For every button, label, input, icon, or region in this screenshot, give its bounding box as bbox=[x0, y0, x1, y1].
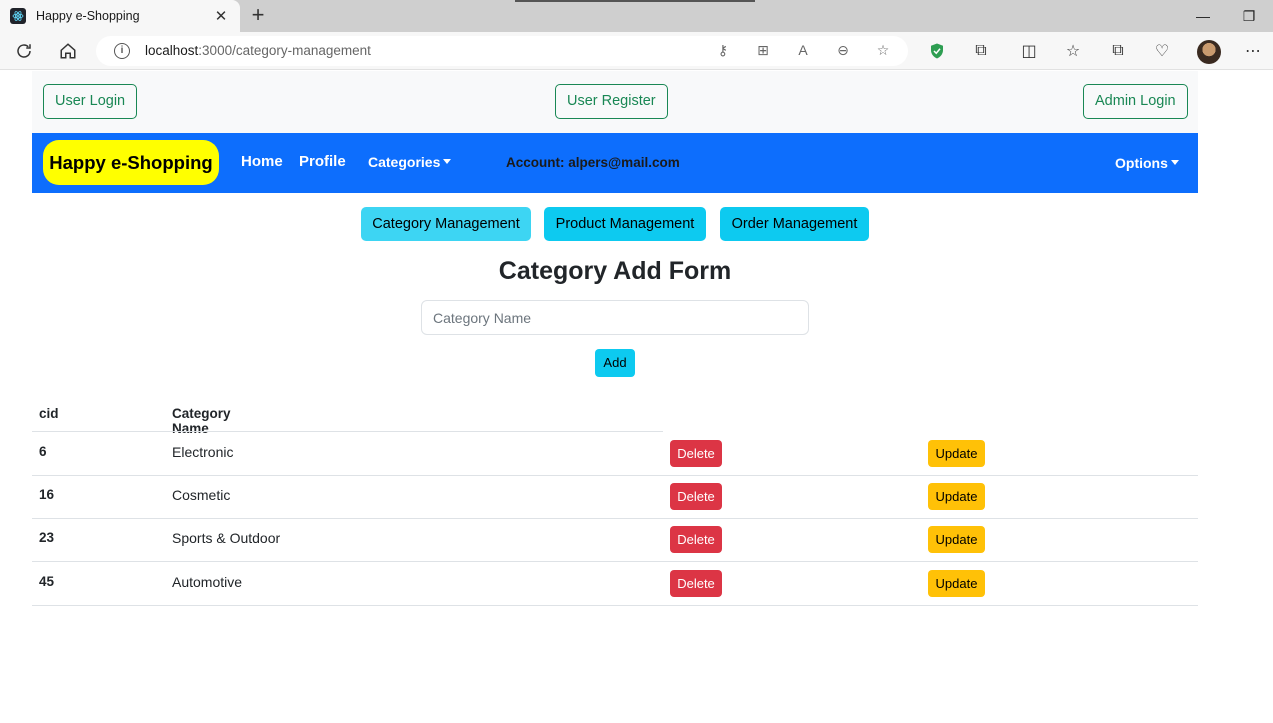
key-icon[interactable]: ⚷ bbox=[713, 42, 733, 60]
update-button[interactable]: Update bbox=[928, 570, 985, 597]
table-row: 16 Cosmetic Delete Update bbox=[32, 475, 1198, 519]
delete-button[interactable]: Delete bbox=[670, 570, 722, 597]
extensions-icon[interactable]: ⧉ bbox=[970, 41, 992, 61]
browser-essentials-icon[interactable]: ♡ bbox=[1151, 41, 1173, 61]
form-title: Category Add Form bbox=[498, 257, 732, 285]
address-bar[interactable]: i localhost:3000/category-management ⚷ ⊞… bbox=[96, 36, 908, 66]
tab-close-icon[interactable]: ✕ bbox=[212, 7, 230, 25]
url-text[interactable]: localhost:3000/category-management bbox=[145, 43, 371, 58]
tabstrip-divider bbox=[515, 0, 755, 2]
table-row: 6 Electronic Delete Update bbox=[32, 432, 1198, 476]
new-tab-icon[interactable]: + bbox=[246, 3, 270, 29]
category-management-button[interactable]: Category Management bbox=[361, 207, 531, 241]
minimize-icon[interactable]: — bbox=[1193, 6, 1213, 26]
home-icon[interactable] bbox=[57, 41, 79, 61]
nav-profile[interactable]: Profile bbox=[299, 153, 346, 170]
apps-icon[interactable]: ⊞ bbox=[753, 42, 773, 60]
react-icon bbox=[10, 8, 26, 24]
cell-category-name: Sports & Outdoor bbox=[172, 530, 281, 546]
browser-tab[interactable]: Happy e-Shopping ✕ bbox=[0, 0, 240, 32]
brand-logo[interactable]: Happy e-Shopping bbox=[43, 140, 219, 185]
shield-icon[interactable] bbox=[926, 41, 948, 61]
collections-icon[interactable]: ⧉ bbox=[1107, 41, 1129, 61]
read-aloud-icon[interactable]: A bbox=[793, 42, 813, 60]
delete-button[interactable]: Delete bbox=[670, 440, 722, 467]
cell-cid: 6 bbox=[39, 444, 47, 459]
browser-tabstrip: Happy e-Shopping ✕ + — ❐ bbox=[0, 0, 1273, 32]
more-menu-icon[interactable]: ⋯ bbox=[1242, 41, 1264, 61]
product-management-button[interactable]: Product Management bbox=[544, 207, 706, 241]
cell-cid: 23 bbox=[39, 530, 55, 545]
column-header-cid: cid bbox=[39, 406, 59, 421]
cell-cid: 45 bbox=[39, 574, 55, 589]
auth-bar: User Login User Register Admin Login bbox=[32, 71, 1198, 133]
cell-cid: 16 bbox=[39, 487, 55, 502]
restore-icon[interactable]: ❐ bbox=[1239, 6, 1259, 26]
nav-options-dropdown[interactable]: Options bbox=[1115, 155, 1179, 171]
favorites-icon[interactable]: ☆ bbox=[1062, 41, 1084, 61]
cell-category-name: Cosmetic bbox=[172, 487, 231, 503]
page: User Login User Register Admin Login Hap… bbox=[0, 71, 1273, 723]
nav-categories-label: Categories bbox=[368, 154, 441, 170]
site-info-icon[interactable]: i bbox=[114, 43, 130, 59]
update-button[interactable]: Update bbox=[928, 440, 985, 467]
table-row: 23 Sports & Outdoor Delete Update bbox=[32, 518, 1198, 562]
order-management-button[interactable]: Order Management bbox=[720, 207, 869, 241]
delete-button[interactable]: Delete bbox=[670, 526, 722, 553]
cell-category-name: Electronic bbox=[172, 444, 234, 460]
profile-avatar[interactable] bbox=[1197, 40, 1221, 64]
delete-button[interactable]: Delete bbox=[670, 483, 722, 510]
user-login-button[interactable]: User Login bbox=[43, 84, 138, 119]
account-email: Account: alpers@mail.com bbox=[506, 155, 680, 170]
split-screen-icon[interactable]: ◫ bbox=[1018, 41, 1040, 61]
user-register-button[interactable]: User Register bbox=[555, 84, 668, 119]
admin-login-button[interactable]: Admin Login bbox=[1083, 84, 1188, 119]
refresh-icon[interactable] bbox=[13, 41, 35, 61]
nav-options-label: Options bbox=[1115, 155, 1168, 171]
caret-down-icon bbox=[443, 159, 452, 164]
caret-down-icon bbox=[1170, 160, 1179, 165]
table-row: 45 Automotive Delete Update bbox=[32, 562, 1198, 606]
update-button[interactable]: Update bbox=[928, 526, 985, 553]
add-category-button[interactable]: Add bbox=[595, 349, 635, 377]
favorite-star-icon[interactable]: ☆ bbox=[873, 42, 893, 60]
category-name-input[interactable] bbox=[421, 300, 809, 335]
nav-categories-dropdown[interactable]: Categories bbox=[368, 154, 452, 170]
nav-home[interactable]: Home bbox=[241, 153, 283, 170]
browser-toolbar: i localhost:3000/category-management ⚷ ⊞… bbox=[0, 32, 1273, 70]
tab-title: Happy e-Shopping bbox=[36, 9, 140, 23]
cell-category-name: Automotive bbox=[172, 574, 243, 590]
update-button[interactable]: Update bbox=[928, 483, 985, 510]
zoom-out-icon[interactable]: ⊖ bbox=[833, 42, 853, 60]
main-navbar: Happy e-Shopping Home Profile Categories… bbox=[32, 133, 1198, 193]
